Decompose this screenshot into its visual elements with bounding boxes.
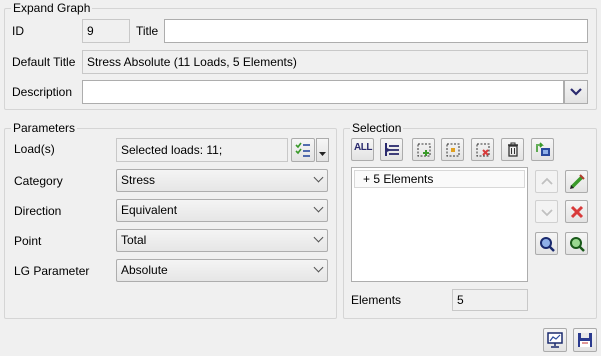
id-label: ID [12, 24, 24, 38]
pick-icon [536, 142, 550, 156]
pencil-icon [570, 174, 585, 189]
remove-selection-button[interactable] [471, 138, 494, 161]
loads-field: Selected loads: 11; [116, 138, 288, 162]
category-select[interactable]: Stress [116, 169, 328, 192]
display-icon [547, 332, 563, 348]
save-icon [578, 333, 592, 347]
remove-selection-icon [476, 143, 490, 157]
tree-select-button[interactable] [380, 138, 403, 161]
pick-button[interactable] [531, 138, 554, 161]
loads-menu-button[interactable] [316, 138, 329, 162]
lg-parameter-select[interactable]: Absolute [116, 259, 328, 282]
chevron-down-icon [313, 172, 324, 183]
parameters-title: Parameters [11, 121, 78, 135]
zoom-fit-icon [570, 237, 585, 252]
point-select[interactable]: Total [116, 229, 328, 252]
checklist-icon [295, 142, 310, 157]
selection-list[interactable]: + 5 Elements [351, 167, 528, 282]
remove-button[interactable] [565, 200, 588, 223]
chevron-down-icon [313, 202, 324, 213]
point-value: Total [121, 233, 147, 247]
box-selection-icon [446, 143, 460, 157]
zoom-icon [540, 237, 555, 252]
edit-button[interactable] [565, 170, 588, 193]
description-dropdown-button[interactable] [564, 80, 588, 104]
arrow-down-icon [541, 209, 553, 217]
category-value: Stress [121, 173, 156, 187]
direction-label: Direction [14, 204, 62, 218]
description-label: Description [12, 85, 73, 99]
box-selection-button[interactable] [441, 138, 464, 161]
lg-parameter-value: Absolute [121, 263, 168, 277]
loads-select-button[interactable] [291, 138, 315, 162]
add-selection-icon [417, 143, 431, 157]
chevron-down-icon [570, 88, 582, 96]
category-label: Category [14, 174, 63, 188]
id-field: 9 [82, 19, 130, 43]
arrow-up-icon [541, 177, 553, 185]
chevron-down-icon [313, 232, 324, 243]
direction-select[interactable]: Equivalent [116, 199, 328, 222]
delete-button[interactable] [501, 138, 524, 161]
tree-select-icon [385, 143, 399, 156]
zoom-fit-button[interactable] [565, 232, 588, 255]
zoom-button[interactable] [535, 232, 558, 255]
elements-count-field: 5 [452, 289, 528, 311]
move-down-button[interactable] [535, 200, 558, 223]
description-input[interactable] [82, 80, 564, 104]
title-label: Title [136, 24, 159, 38]
loads-label: Load(s) [14, 142, 55, 156]
point-label: Point [14, 234, 42, 248]
expand-graph-title: Expand Graph [11, 1, 93, 15]
move-up-button[interactable] [535, 170, 558, 193]
display-button[interactable] [543, 328, 567, 352]
default-title-label: Default Title [12, 55, 76, 69]
caret-down-icon [319, 152, 326, 156]
default-title-field: Stress Absolute (11 Loads, 5 Elements) [82, 50, 588, 74]
chevron-down-icon [313, 262, 324, 273]
select-all-button[interactable]: ALL [351, 138, 374, 161]
red-x-icon [570, 205, 584, 219]
title-input[interactable] [164, 19, 588, 43]
selection-title: Selection [350, 121, 404, 135]
list-item[interactable]: + 5 Elements [354, 170, 525, 188]
save-button[interactable] [573, 328, 597, 352]
all-icon: ALL [354, 142, 372, 153]
trash-icon [508, 142, 518, 157]
add-selection-button[interactable] [412, 138, 435, 161]
lg-parameter-label: LG Parameter [14, 264, 90, 278]
elements-label: Elements [351, 293, 402, 307]
direction-value: Equivalent [121, 203, 178, 217]
